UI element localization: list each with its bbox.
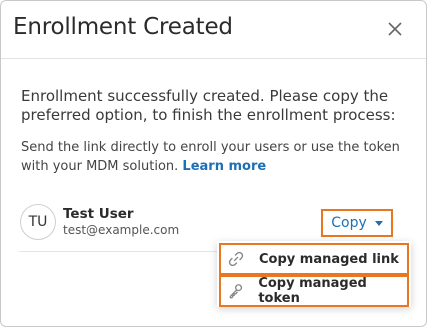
key-icon [229,284,243,299]
learn-more-link[interactable]: Learn more [182,159,266,174]
user-name: Test User [63,206,134,222]
copy-button-label: Copy [331,215,367,231]
success-message: Enrollment successfully created. Please … [21,87,396,124]
instructions-text: Send the link directly to enroll your us… [21,138,416,176]
menu-item-label: Copy managed link [259,251,399,267]
user-email: test@example.com [63,223,180,237]
close-icon[interactable] [384,18,406,40]
copy-menu: Copy managed link Copy managed token [217,241,411,307]
avatar: TU [20,204,56,240]
dialog-header: Enrollment Created [1,1,426,59]
copy-dropdown-button[interactable]: Copy [321,209,393,237]
menu-item-copy-managed-link[interactable]: Copy managed link [219,243,409,275]
link-icon [228,251,244,267]
chevron-down-icon [374,220,383,226]
menu-item-label: Copy managed token [258,276,367,306]
enrollment-dialog: Enrollment Created Enrollment successful… [0,0,427,327]
row-divider [19,251,219,252]
dialog-title: Enrollment Created [13,14,233,40]
menu-item-copy-managed-token[interactable]: Copy managed token [219,275,409,307]
